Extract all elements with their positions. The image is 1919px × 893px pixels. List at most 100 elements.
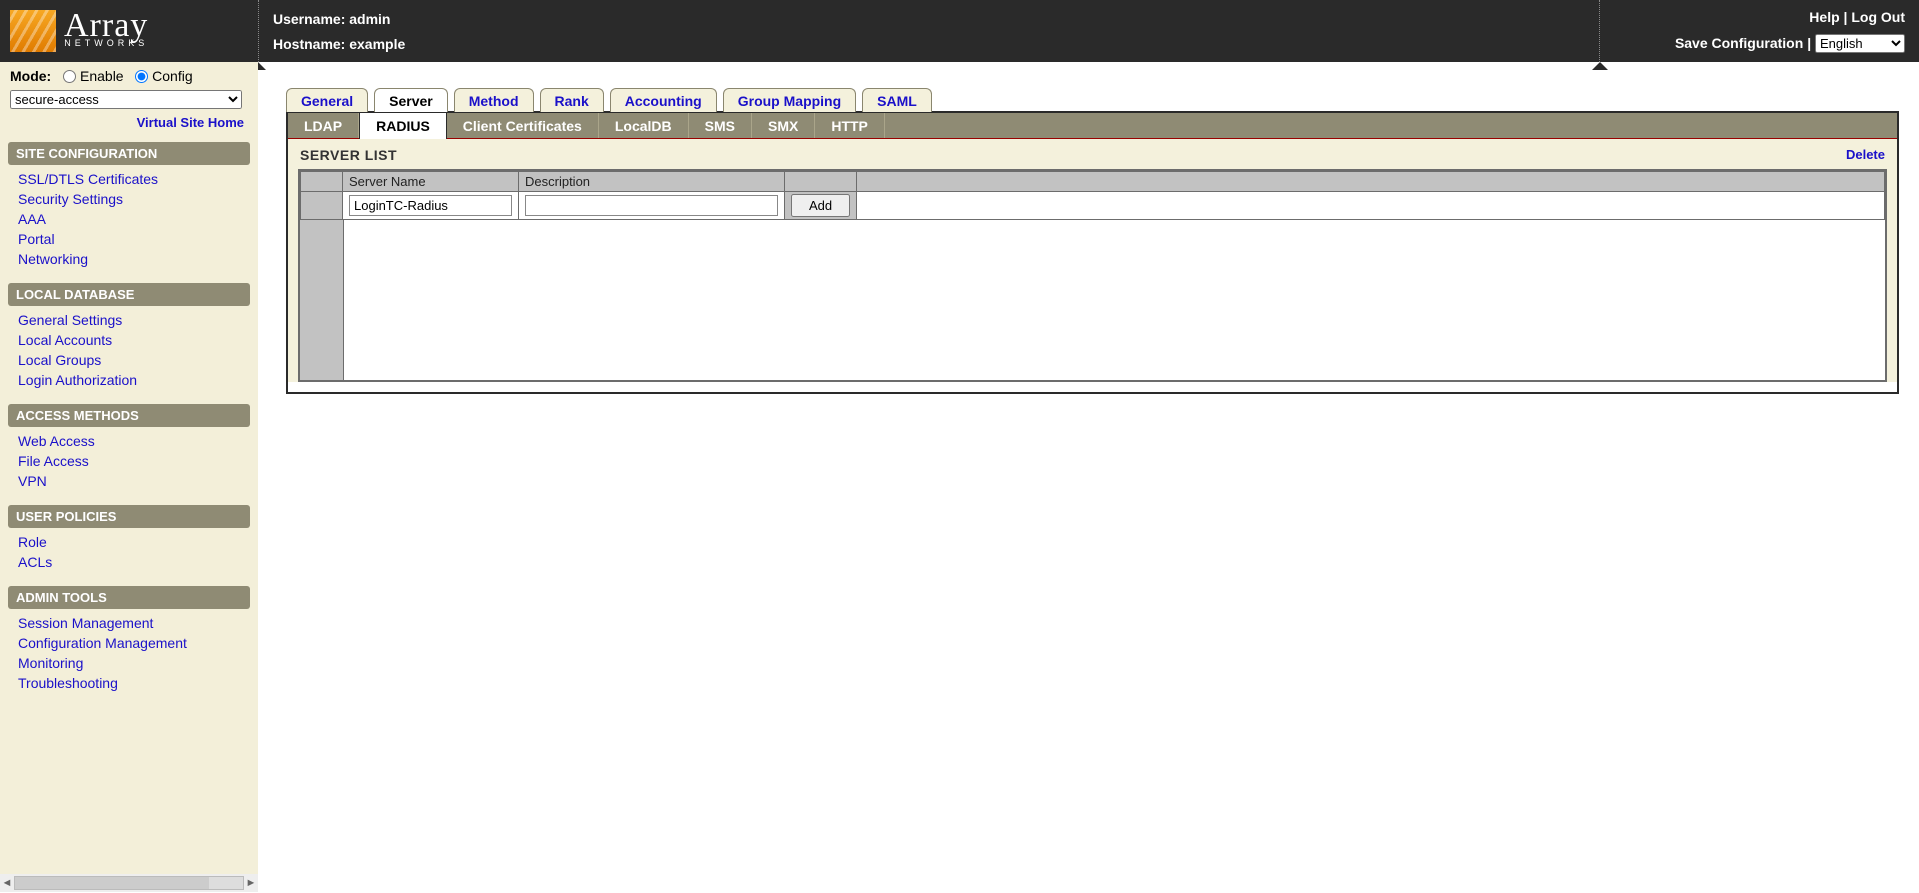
scroll-left-icon[interactable]: ◄ — [0, 877, 14, 889]
hostname-label: Hostname: example — [273, 36, 1585, 52]
sidebar-link-portal[interactable]: Portal — [18, 231, 55, 247]
col-blank — [301, 172, 343, 192]
description-input[interactable] — [525, 195, 778, 216]
sidebar-group-list: General Settings Local Accounts Local Grou… — [0, 308, 258, 390]
site-select[interactable]: secure-access — [10, 90, 242, 109]
main: GeneralServerMethodRankAccountingGroup M… — [258, 62, 1919, 892]
logo-cell: Array NETWORKS — [0, 0, 258, 62]
server-list-panel: SERVER LIST Delete Server Name Descripti… — [288, 138, 1897, 382]
add-button[interactable]: Add — [791, 194, 850, 217]
logo: Array NETWORKS — [10, 10, 148, 52]
subtab-radius[interactable]: RADIUS — [359, 112, 447, 139]
sidebar-item: VPN — [18, 471, 258, 491]
sidebar-link-file-access[interactable]: File Access — [18, 453, 89, 469]
table-input-row: Add — [301, 192, 1885, 220]
mode-row: Mode: Enable Config — [0, 62, 258, 88]
row-selector[interactable] — [301, 192, 343, 220]
mode-label: Mode: — [10, 68, 51, 84]
sidebar-item: Monitoring — [18, 653, 258, 673]
server-name-input[interactable] — [349, 195, 512, 216]
tab-group-mapping[interactable]: Group Mapping — [723, 88, 856, 112]
sidebar-link-local-accounts[interactable]: Local Accounts — [18, 332, 112, 348]
sidebar-item: Role — [18, 532, 258, 552]
subtab-ldap[interactable]: LDAP — [288, 113, 359, 138]
sidebar-link-local-groups[interactable]: Local Groups — [18, 352, 101, 368]
sidebar-group-header: LOCAL DATABASE — [8, 283, 250, 306]
sidebar-item: Session Management — [18, 613, 258, 633]
row-spacer — [857, 192, 1885, 220]
sidebar-link-aaa[interactable]: AAA — [18, 211, 46, 227]
col-description: Description — [519, 172, 785, 192]
sidebar-item: Networking — [18, 249, 258, 269]
sidebar-group-header: USER POLICIES — [8, 505, 250, 528]
sidebar-link-networking[interactable]: Networking — [18, 251, 88, 267]
sidebar-item: Troubleshooting — [18, 673, 258, 693]
sidebar-link-general-settings[interactable]: General Settings — [18, 312, 122, 328]
sidebar-item: Portal — [18, 229, 258, 249]
subtab-smx[interactable]: SMX — [752, 113, 815, 138]
subtab-client-certificates[interactable]: Client Certificates — [447, 113, 599, 138]
sidebar-link-acls[interactable]: ACLs — [18, 554, 52, 570]
sidebar-link-session-management[interactable]: Session Management — [18, 615, 153, 631]
sidebar-item: Login Authorization — [18, 370, 258, 390]
sidebar-item: SSL/DTLS Certificates — [18, 169, 258, 189]
sidebar-group-list: Role ACLs — [0, 530, 258, 572]
sidebar-link-role[interactable]: Role — [18, 534, 47, 550]
sidebar-hscroll[interactable]: ◄ ► — [0, 874, 258, 892]
brand-sub: NETWORKS — [64, 38, 148, 48]
sidebar-item: Configuration Management — [18, 633, 258, 653]
tab-saml[interactable]: SAML — [862, 88, 932, 112]
tab-general[interactable]: General — [286, 88, 368, 112]
tab-rank[interactable]: Rank — [540, 88, 604, 112]
col-action — [785, 172, 857, 192]
table-body-area — [300, 220, 1885, 380]
scroll-track[interactable] — [14, 876, 244, 890]
sidebar-group-header: ADMIN TOOLS — [8, 586, 250, 609]
subtab-http[interactable]: HTTP — [815, 113, 885, 138]
sidebar: Mode: Enable Config secure-access Virtua… — [0, 62, 258, 892]
sidebar-item: ACLs — [18, 552, 258, 572]
mode-config-radio[interactable] — [135, 70, 148, 83]
sidebar-link-monitoring[interactable]: Monitoring — [18, 655, 83, 671]
sidebar-item: AAA — [18, 209, 258, 229]
virtual-site-home-link[interactable]: Virtual Site Home — [137, 115, 244, 130]
sidebar-group-list: Web Access File Access VPN — [0, 429, 258, 491]
sidebar-item: General Settings — [18, 310, 258, 330]
sidebar-group-header: SITE CONFIGURATION — [8, 142, 250, 165]
mode-enable-option[interactable]: Enable — [63, 68, 123, 84]
help-link[interactable]: Help — [1809, 9, 1839, 25]
tab-method[interactable]: Method — [454, 88, 534, 112]
col-server-name: Server Name — [343, 172, 519, 192]
sidebar-link-web-access[interactable]: Web Access — [18, 433, 95, 449]
sidebar-link-configuration-management[interactable]: Configuration Management — [18, 635, 187, 651]
sidebar-item: Local Accounts — [18, 330, 258, 350]
panel-title: SERVER LIST — [300, 147, 397, 163]
scroll-right-icon[interactable]: ► — [244, 877, 258, 889]
primary-tabs: GeneralServerMethodRankAccountingGroup M… — [286, 88, 1899, 112]
logo-icon — [10, 10, 56, 52]
sidebar-group-header: ACCESS METHODS — [8, 404, 250, 427]
delete-link[interactable]: Delete — [1846, 147, 1885, 163]
subtab-sms[interactable]: SMS — [689, 113, 752, 138]
sidebar-link-ssl-dtls-certificates[interactable]: SSL/DTLS Certificates — [18, 171, 158, 187]
sidebar-link-security-settings[interactable]: Security Settings — [18, 191, 123, 207]
header-info: Username: admin Hostname: example — [258, 0, 1599, 62]
subtab-localdb[interactable]: LocalDB — [599, 113, 689, 138]
col-spacer — [857, 172, 1885, 192]
sidebar-item: Web Access — [18, 431, 258, 451]
tab-server[interactable]: Server — [374, 88, 448, 112]
table-header-row: Server Name Description — [301, 172, 1885, 192]
sidebar-link-login-authorization[interactable]: Login Authorization — [18, 372, 137, 388]
sidebar-group-list: SSL/DTLS Certificates Security Settings AA… — [0, 167, 258, 269]
logout-link[interactable]: Log Out — [1851, 9, 1905, 25]
tab-accounting[interactable]: Accounting — [610, 88, 717, 112]
scroll-thumb[interactable] — [15, 877, 209, 889]
sidebar-link-vpn[interactable]: VPN — [18, 473, 47, 489]
save-config-link[interactable]: Save Configuration — [1675, 35, 1803, 51]
secondary-tabs: LDAPRADIUSClient CertificatesLocalDBSMSS… — [288, 111, 1897, 138]
mode-config-option[interactable]: Config — [135, 68, 192, 84]
mode-enable-radio[interactable] — [63, 70, 76, 83]
language-select[interactable]: English — [1815, 34, 1905, 53]
header-right: Help | Log Out Save Configuration | Engl… — [1599, 0, 1919, 62]
sidebar-link-troubleshooting[interactable]: Troubleshooting — [18, 675, 118, 691]
